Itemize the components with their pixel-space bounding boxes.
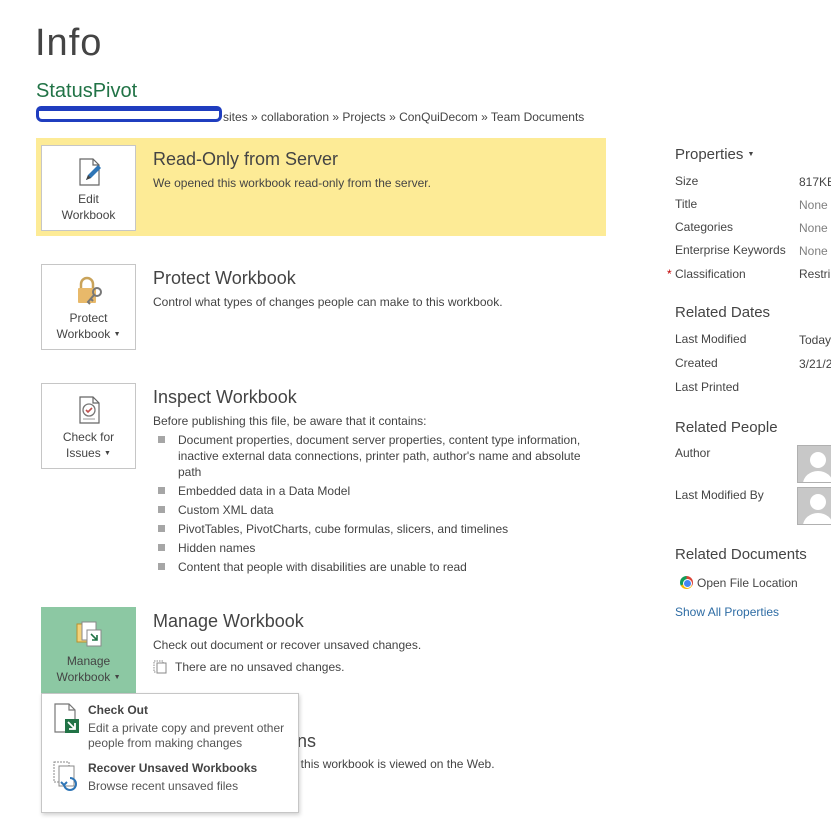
date-value-created: 3/21/2 bbox=[799, 357, 831, 371]
list-item: Custom XML data bbox=[156, 502, 586, 518]
manage-section: Manage Workbook ▼ Manage Workbook Check … bbox=[36, 600, 606, 693]
edit-workbook-label-1: Edit bbox=[78, 192, 99, 206]
inspect-title: Inspect Workbook bbox=[153, 387, 297, 407]
protect-section: Protect Workbook ▼ Protect Workbook Cont… bbox=[36, 257, 606, 357]
chevron-down-icon: ▼ bbox=[113, 331, 121, 338]
recover-unsaved-icon bbox=[53, 761, 77, 791]
inspect-description: Before publishing this file, be aware th… bbox=[153, 414, 427, 428]
readonly-description: We opened this workbook read-only from t… bbox=[153, 176, 431, 190]
redacted-path-segment bbox=[36, 106, 222, 122]
related-dates-header: Related Dates bbox=[675, 304, 771, 321]
show-all-properties-link[interactable]: Show All Properties bbox=[675, 605, 779, 619]
check-out-description: Edit a private copy and prevent other pe… bbox=[88, 721, 285, 750]
page-title: Info bbox=[35, 22, 103, 56]
property-label-keywords: Enterprise Keywords bbox=[675, 243, 786, 257]
protect-workbook-label-2: Workbook bbox=[56, 327, 111, 341]
path-text: sites » collaboration » Projects » ConQu… bbox=[223, 110, 585, 124]
property-label-classification: Classification bbox=[675, 267, 746, 281]
open-file-location-link[interactable]: Open File Location bbox=[680, 576, 798, 590]
unsaved-status: There are no unsaved changes. bbox=[153, 660, 598, 674]
property-label-categories: Categories bbox=[675, 220, 734, 234]
author-label: Author bbox=[675, 446, 711, 460]
date-label-last-modified: Last Modified bbox=[675, 332, 747, 346]
list-item: Embedded data in a Data Model bbox=[156, 483, 586, 499]
manage-workbook-button[interactable]: Manage Workbook ▼ bbox=[41, 607, 136, 693]
document-stack-icon bbox=[153, 660, 167, 674]
date-value-last-modified: Today bbox=[799, 333, 831, 347]
property-label-size: Size bbox=[675, 174, 699, 188]
manage-workbook-label-1: Manage bbox=[66, 654, 111, 668]
chevron-down-icon: ▼ bbox=[104, 450, 111, 457]
manage-workbook-label-2: Workbook bbox=[56, 670, 111, 684]
check-out-title: Check Out bbox=[88, 703, 149, 717]
list-item: Document properties, document server pro… bbox=[156, 432, 586, 480]
unsaved-status-text: There are no unsaved changes. bbox=[175, 660, 345, 674]
chevron-down-icon: ▼ bbox=[113, 674, 121, 681]
protect-title: Protect Workbook bbox=[153, 268, 296, 288]
recover-unsaved-description: Browse recent unsaved files bbox=[88, 779, 239, 793]
check-issues-label-2: Issues bbox=[66, 446, 101, 460]
open-file-location-label: Open File Location bbox=[697, 576, 798, 590]
property-value-classification[interactable]: Restri bbox=[799, 267, 830, 281]
manage-workbook-dropdown: Check Out Edit a private copy and preven… bbox=[41, 693, 299, 813]
document-check-icon bbox=[78, 396, 100, 424]
required-marker: * bbox=[667, 267, 672, 281]
person-icon bbox=[803, 452, 831, 482]
browser-options-description: en this workbook is viewed on the Web. bbox=[284, 757, 495, 771]
properties-dropdown[interactable]: Properties ▼ bbox=[675, 146, 754, 163]
list-item: PivotTables, PivotCharts, cube formulas,… bbox=[156, 521, 586, 537]
recover-unsaved-title: Recover Unsaved Workbooks bbox=[88, 761, 258, 775]
related-documents-header: Related Documents bbox=[675, 546, 807, 563]
list-item: Hidden names bbox=[156, 540, 586, 556]
last-modified-by-label: Last Modified By bbox=[675, 488, 764, 502]
inspect-bullet-list: Document properties, document server pro… bbox=[156, 432, 586, 578]
protect-description: Control what types of changes people can… bbox=[153, 295, 503, 309]
list-item: Content that people with disabilities ar… bbox=[156, 559, 586, 575]
browser-icon bbox=[680, 576, 693, 589]
properties-header: Properties bbox=[675, 146, 744, 163]
protect-workbook-label-1: Protect bbox=[69, 311, 108, 325]
document-name: StatusPivot bbox=[36, 80, 138, 102]
date-label-last-printed: Last Printed bbox=[675, 380, 740, 394]
check-out-icon bbox=[54, 703, 79, 733]
readonly-title: Read-Only from Server bbox=[153, 149, 339, 169]
date-label-created: Created bbox=[675, 356, 718, 370]
lock-key-icon bbox=[77, 276, 102, 305]
property-value-size: 817KB bbox=[799, 175, 831, 189]
manage-versions-icon bbox=[76, 621, 101, 647]
check-out-menu-item[interactable]: Check Out Edit a private copy and preven… bbox=[42, 696, 298, 750]
check-issues-label-1: Check for bbox=[62, 430, 115, 444]
last-modified-by-avatar[interactable] bbox=[797, 487, 831, 525]
readonly-section: Edit Workbook Read-Only from Server We o… bbox=[36, 138, 606, 236]
check-for-issues-button[interactable]: Check for Issues ▼ bbox=[41, 383, 136, 469]
recover-unsaved-menu-item[interactable]: Recover Unsaved Workbooks Browse recent … bbox=[42, 754, 298, 806]
person-icon bbox=[803, 494, 831, 524]
edit-workbook-label-2: Workbook bbox=[61, 208, 116, 222]
inspect-section: Check for Issues ▼ Inspect Workbook Befo… bbox=[36, 376, 606, 586]
related-people-header: Related People bbox=[675, 419, 778, 436]
protect-workbook-button[interactable]: Protect Workbook ▼ bbox=[41, 264, 136, 350]
property-label-title: Title bbox=[675, 197, 698, 211]
manage-description: Check out document or recover unsaved ch… bbox=[153, 638, 422, 652]
property-value-categories[interactable]: None bbox=[799, 221, 828, 235]
property-value-title[interactable]: None bbox=[799, 198, 828, 212]
author-avatar[interactable] bbox=[797, 445, 831, 483]
property-value-keywords[interactable]: None bbox=[799, 244, 828, 258]
manage-title: Manage Workbook bbox=[153, 611, 304, 631]
document-path: sites » collaboration » Projects » ConQu… bbox=[36, 106, 585, 124]
chevron-down-icon: ▼ bbox=[747, 151, 755, 158]
edit-document-icon bbox=[78, 158, 101, 186]
edit-workbook-button[interactable]: Edit Workbook bbox=[41, 145, 136, 231]
